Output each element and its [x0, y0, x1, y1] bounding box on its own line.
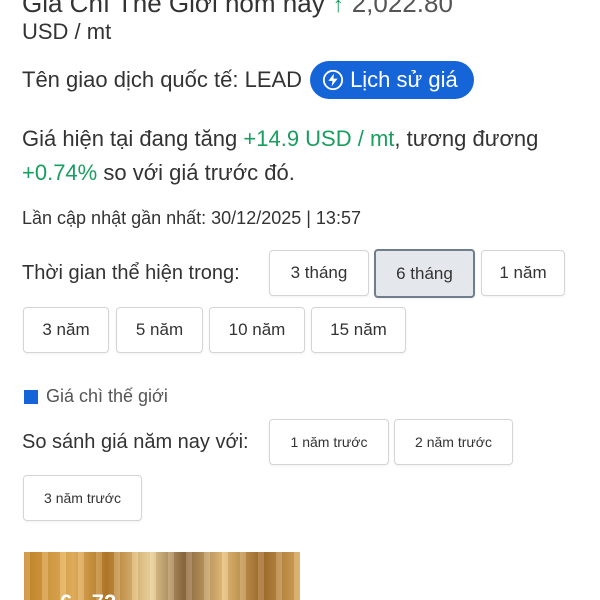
change-absolute: +14.9 USD / mt: [243, 126, 395, 151]
legend-swatch: [24, 389, 38, 404]
price-history-label: Lịch sử giá: [350, 67, 458, 92]
period-label: Thời gian thể hiện trong:: [22, 262, 240, 284]
period-3-years-button[interactable]: 3 năm: [23, 307, 109, 353]
price-unit: USD / mt: [22, 19, 112, 44]
last-updated: Lần cập nhật gần nhất: 30/12/2025 | 13:5…: [22, 208, 361, 228]
chart-legend: Giá chì thế giới: [24, 386, 168, 407]
page-title-row: Giá Chì Thế Giới hôm nay ↑ 2,022.80: [22, 0, 453, 19]
current-price: 2,022.80: [351, 0, 453, 18]
period-6-months-button[interactable]: 6 tháng: [374, 249, 475, 298]
intl-name-label: Tên giao dịch quốc tế: LEAD: [22, 67, 303, 92]
compare-1-year-button[interactable]: 1 năm trước: [269, 419, 389, 465]
period-5-years-button[interactable]: 5 năm: [116, 307, 203, 353]
compare-3-years-button[interactable]: 3 năm trước: [23, 475, 142, 521]
period-1-year-button[interactable]: 1 năm: [481, 250, 565, 296]
period-10-years-button[interactable]: 10 năm: [209, 307, 305, 353]
article-image[interactable]: 6 - 72 ...: [24, 552, 300, 600]
legend-label: Giá chì thế giới: [46, 386, 168, 406]
status-suffix: so với giá trước đó.: [97, 160, 295, 185]
intl-name-row: Tên giao dịch quốc tế: LEAD Lịch sử giá: [22, 60, 474, 100]
price-history-button[interactable]: Lịch sử giá: [310, 61, 474, 99]
change-percent: +0.74%: [22, 160, 98, 185]
image-caption: 6 - 72 ...: [60, 590, 141, 600]
period-3-months-button[interactable]: 3 tháng: [269, 250, 369, 296]
trend-up-icon: ↑: [332, 0, 344, 17]
compare-2-years-button[interactable]: 2 năm trước: [394, 419, 513, 465]
lightning-circle-icon: [322, 69, 344, 91]
period-15-years-button[interactable]: 15 năm: [311, 307, 406, 353]
page-title: Giá Chì Thế Giới hôm nay: [22, 0, 325, 18]
price-change-summary: Giá hiện tại đang tăng +14.9 USD / mt, t…: [22, 122, 582, 190]
compare-label: So sánh giá năm nay với:: [22, 431, 249, 453]
status-prefix: Giá hiện tại đang tăng: [22, 126, 244, 151]
status-middle: , tương đương: [394, 126, 539, 151]
